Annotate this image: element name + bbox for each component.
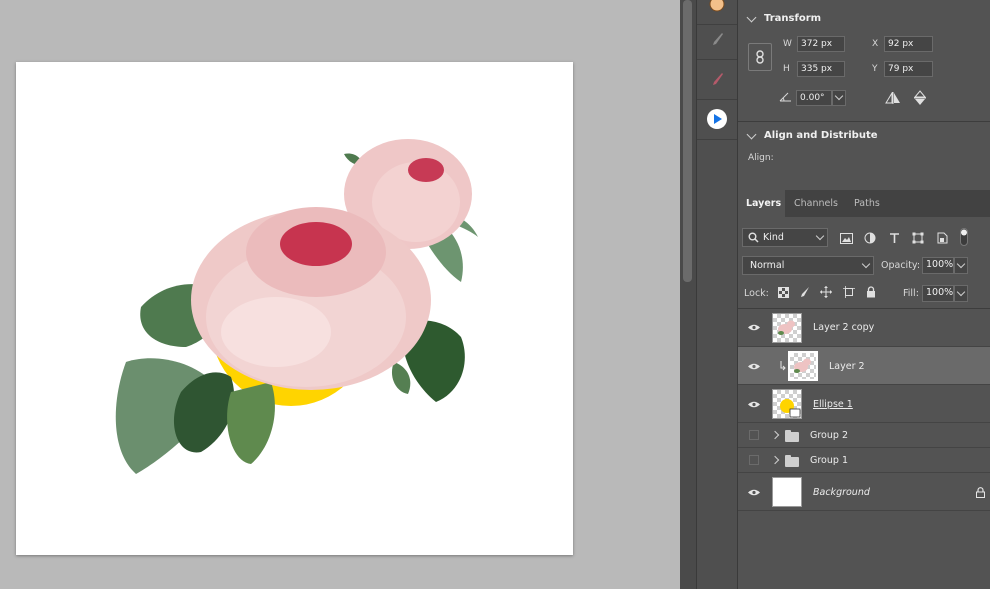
document-canvas[interactable] [16, 62, 573, 555]
x-label: X [872, 39, 879, 49]
align-section-header[interactable]: Align and Distribute [746, 129, 878, 141]
width-field[interactable]: 372 px [797, 36, 845, 52]
tab-layers[interactable]: Layers [738, 190, 785, 217]
chevron-down-icon [746, 12, 757, 22]
filter-adjustment-layers-icon[interactable] [862, 230, 878, 246]
eye-icon[interactable] [748, 401, 760, 408]
height-label: H [783, 64, 790, 74]
layer-row-layer-2-copy[interactable]: Layer 2 copy [738, 309, 990, 347]
filter-kind-value: Kind [763, 232, 784, 243]
y-position-field[interactable]: 79 px [884, 61, 933, 77]
align-title: Align and Distribute [764, 130, 878, 141]
chevron-down-icon [834, 91, 844, 101]
blend-mode-dropdown[interactable]: Normal [742, 256, 874, 275]
layer-thumbnail [772, 389, 802, 419]
canvas-area[interactable] [0, 0, 680, 589]
layer-row-ellipse-1[interactable]: Ellipse 1 [738, 385, 990, 423]
transform-section-header[interactable]: Transform [746, 12, 822, 24]
blend-mode-value: Normal [750, 260, 785, 271]
layer-row-group-1[interactable]: Group 1 [738, 448, 990, 473]
scrollbar-thumb[interactable] [683, 0, 692, 282]
eye-icon[interactable] [748, 489, 760, 496]
y-label: Y [872, 64, 878, 74]
angle-field[interactable]: 0.00° [796, 90, 832, 106]
lock-transparent-pixels-icon[interactable] [776, 285, 790, 299]
eye-icon[interactable] [748, 324, 760, 331]
layer-name: Layer 2 copy [813, 322, 875, 333]
link-proportions-icon[interactable] [748, 43, 772, 71]
flip-vertical-icon[interactable] [912, 89, 928, 107]
leaf [391, 362, 411, 394]
layer-thumbnail [772, 477, 802, 507]
opacity-field[interactable]: 100% [922, 257, 954, 274]
tab-paths[interactable]: Paths [846, 190, 888, 217]
chevron-down-icon [746, 129, 757, 139]
lock-position-icon[interactable] [819, 285, 833, 299]
chevron-right-icon[interactable] [770, 455, 780, 465]
section-divider [738, 121, 990, 122]
filter-pixel-layers-icon[interactable] [838, 230, 854, 246]
lock-image-pixels-icon[interactable] [797, 285, 811, 299]
collapsed-panel-strip [696, 0, 738, 589]
big-rose-highlight [221, 297, 331, 367]
clipping-mask-arrow-icon [778, 360, 786, 372]
filter-toggle-switch[interactable] [958, 227, 970, 247]
layer-name: Group 1 [810, 455, 848, 466]
layer-row-background[interactable]: Background [738, 473, 990, 511]
angle-icon [778, 91, 792, 103]
chevron-down-icon [956, 259, 966, 268]
x-position-field[interactable]: 92 px [884, 36, 933, 52]
flip-horizontal-icon[interactable] [884, 90, 902, 106]
eye-icon[interactable] [748, 363, 760, 370]
layer-name: Background [813, 487, 870, 498]
tab-channels[interactable]: Channels [786, 190, 845, 217]
layer-thumbnail [788, 351, 818, 381]
fill-dropdown-button[interactable] [954, 285, 968, 302]
visibility-toggle[interactable] [749, 455, 759, 465]
folder-icon [785, 455, 799, 467]
lock-artboard-icon[interactable] [842, 285, 856, 299]
layer-name: Group 2 [810, 430, 848, 441]
chevron-down-icon [956, 287, 966, 296]
layer-row-group-2[interactable]: Group 2 [738, 423, 990, 448]
layer-row-layer-2[interactable]: Layer 2 [738, 347, 990, 385]
height-field[interactable]: 335 px [797, 61, 845, 77]
width-label: W [783, 39, 792, 49]
visibility-toggle[interactable] [749, 430, 759, 440]
filter-type-layers-icon[interactable] [886, 230, 902, 246]
layers-panel-tabs: Layers Channels Paths [738, 190, 990, 217]
small-rose-center [408, 158, 444, 182]
transform-title: Transform [764, 13, 822, 24]
lock-all-icon[interactable] [864, 285, 878, 299]
search-icon [747, 231, 759, 243]
filter-smart-objects-icon[interactable] [934, 230, 950, 246]
layer-thumbnail [772, 313, 802, 343]
angle-dropdown-button[interactable] [832, 90, 846, 106]
opacity-dropdown-button[interactable] [954, 257, 968, 274]
filter-shape-layers-icon[interactable] [910, 230, 926, 246]
align-label: Align: [748, 153, 774, 163]
folder-icon [785, 430, 799, 442]
fill-label: Fill: [903, 288, 919, 299]
right-panels: Transform W 372 px X 92 px H 335 px Y 79… [738, 0, 990, 589]
play-actions-icon[interactable] [697, 99, 737, 140]
layer-name: Layer 2 [829, 361, 865, 372]
opacity-label: Opacity: [881, 260, 921, 271]
chevron-right-icon[interactable] [770, 430, 780, 440]
big-rose-center [280, 222, 352, 266]
lock-icon[interactable] [975, 486, 985, 498]
layer-name: Ellipse 1 [813, 399, 853, 410]
fill-field[interactable]: 100% [922, 285, 954, 302]
brush-preset-icon[interactable] [697, 59, 737, 100]
lock-label: Lock: [744, 288, 769, 299]
leaf [227, 382, 275, 464]
brush-settings-icon[interactable] [697, 19, 737, 60]
artwork-illustration [115, 139, 478, 474]
